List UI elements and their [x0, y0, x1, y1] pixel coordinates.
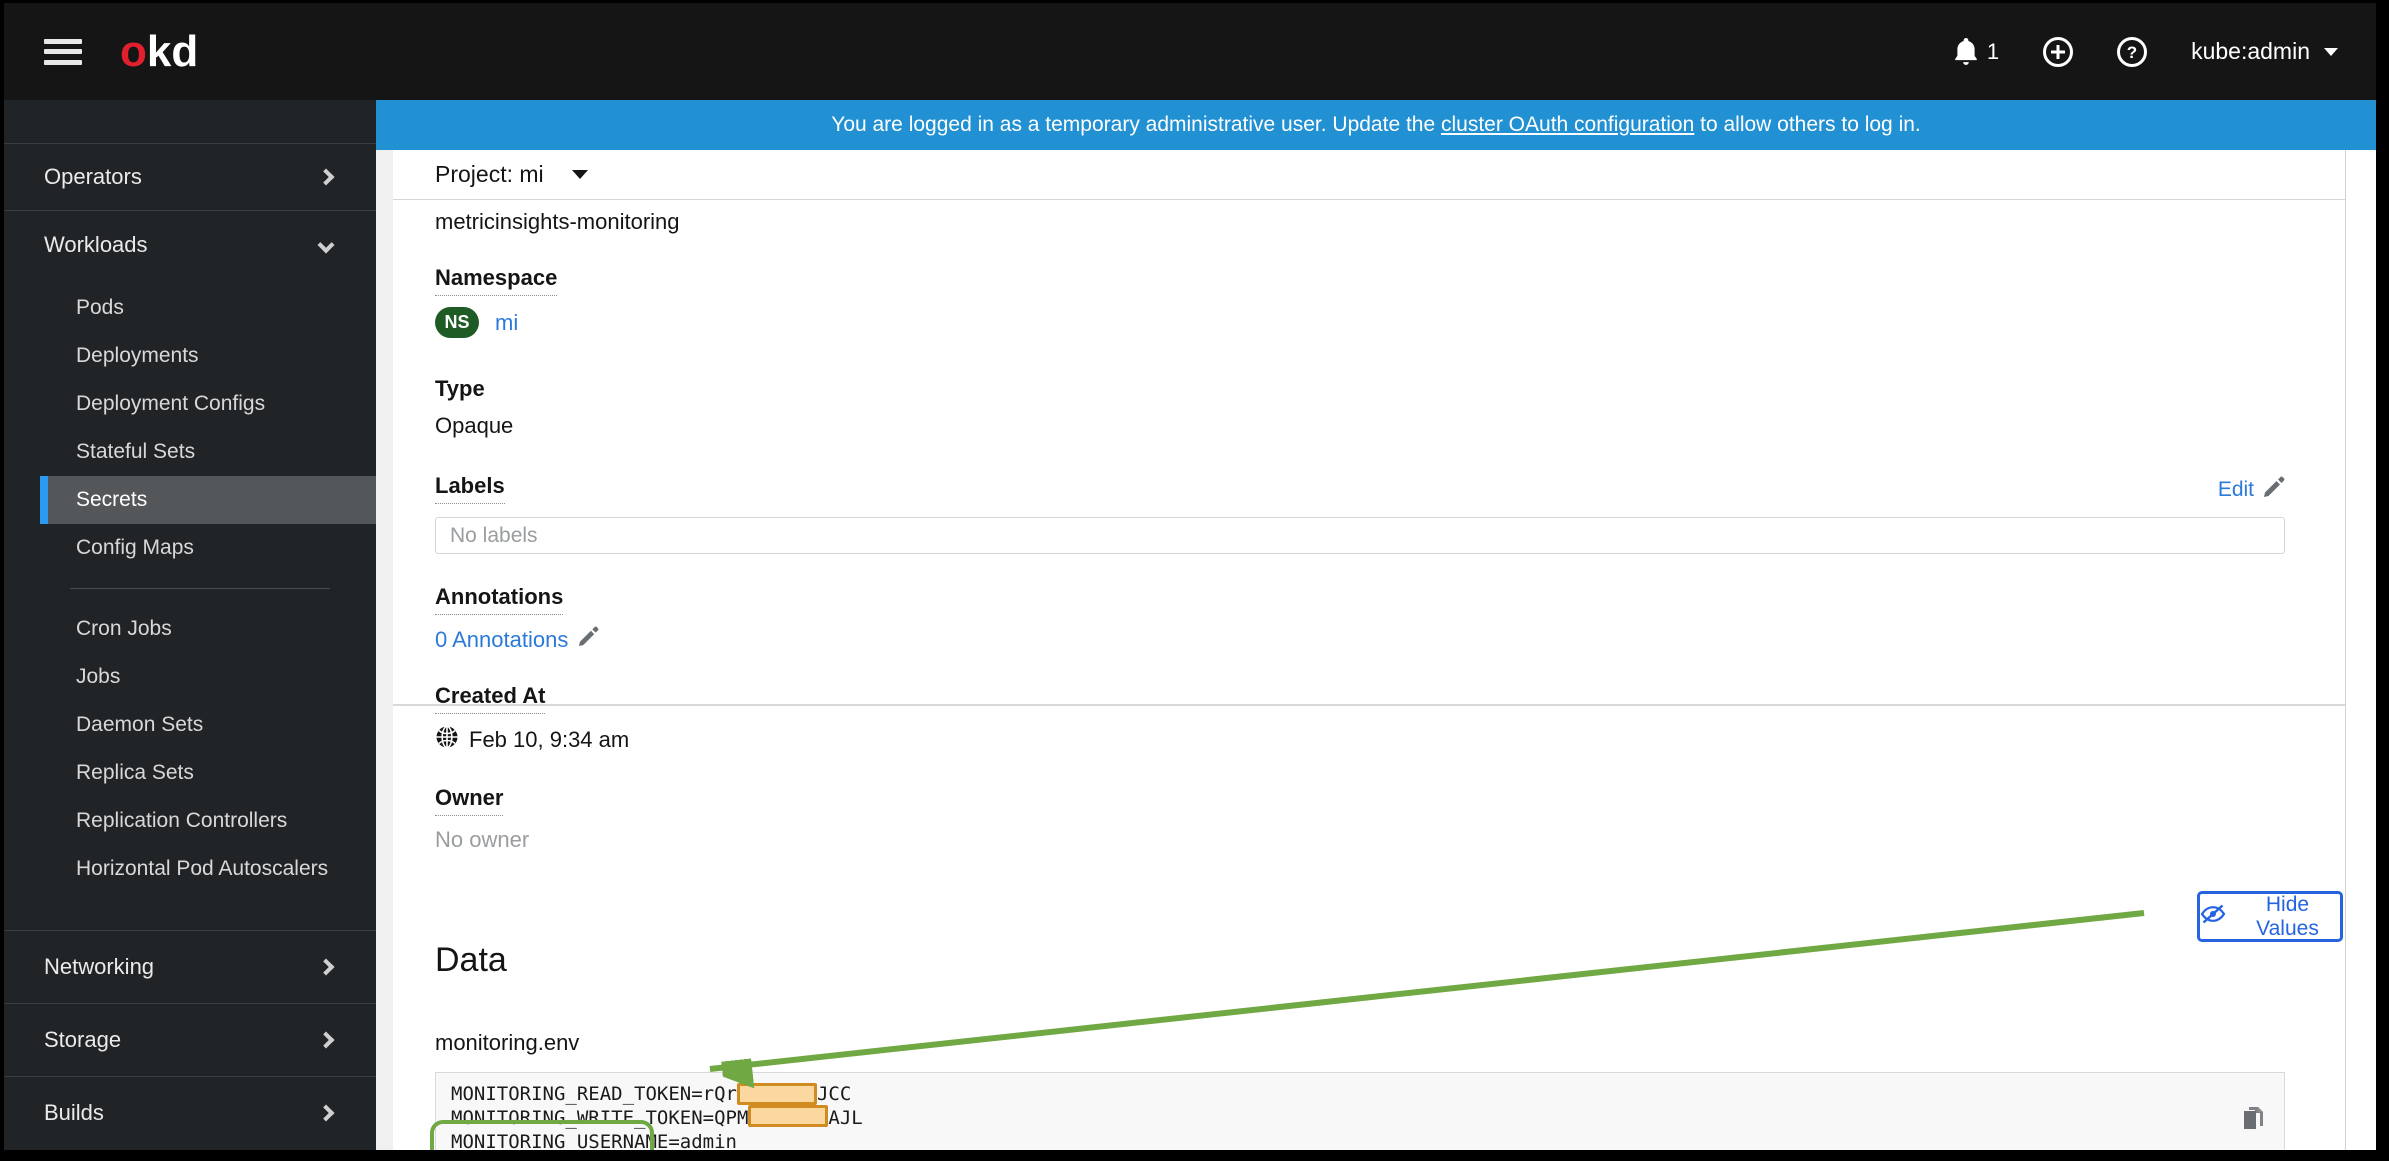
type-label: Type [435, 376, 485, 401]
env-file-name: monitoring.env [435, 1030, 580, 1055]
sidebar-item-jobs[interactable]: Jobs [4, 653, 376, 701]
labels-label: Labels [435, 473, 505, 504]
hamburger-icon[interactable] [44, 38, 82, 65]
sidebar-item-replica-sets[interactable]: Replica Sets [4, 749, 376, 797]
secret-name: metricinsights-monitoring [435, 209, 680, 234]
created-at-label: Created At [435, 683, 2285, 714]
pencil-icon [2263, 476, 2285, 504]
copy-icon[interactable] [2126, 1081, 2268, 1150]
sidebar-item-networking[interactable]: Networking [4, 930, 376, 1003]
help-button[interactable]: ? [2117, 36, 2148, 67]
namespace-label: Namespace [435, 265, 2285, 296]
eye-slash-icon [2200, 903, 2226, 931]
okd-console-window: okd 1 ? kube:admin Operators Workloads P… [4, 3, 2376, 1150]
section-divider [393, 704, 2345, 706]
sidebar: Operators Workloads Pods Deployments Dep… [4, 100, 376, 1150]
project-dropdown[interactable]: Project: mi [393, 150, 2345, 200]
sidebar-item-horizontal-pod-autoscalers[interactable]: Horizontal Pod Autoscalers [4, 845, 376, 893]
chevron-right-icon [317, 958, 335, 976]
sidebar-item-workloads[interactable]: Workloads [4, 211, 376, 278]
pencil-icon[interactable] [578, 626, 599, 653]
sidebar-item-config-maps[interactable]: Config Maps [4, 524, 376, 572]
secret-data-block: MONITORING_READ_TOKEN=rQr JCC MONITORING_… [430, 1072, 2285, 1150]
masthead: okd 1 ? kube:admin [4, 3, 2376, 100]
sidebar-item-storage[interactable]: Storage [4, 1003, 376, 1076]
svg-text:?: ? [2127, 43, 2137, 62]
okd-logo: okd [120, 26, 199, 76]
caret-down-icon [571, 170, 588, 179]
redaction-box [748, 1105, 829, 1127]
redaction-box [736, 1083, 817, 1105]
main-content: Project: mi metricinsights-monitoring Na… [393, 150, 2345, 1150]
add-button[interactable] [2043, 36, 2074, 67]
edit-labels-link[interactable]: Edit [2218, 476, 2285, 504]
sidebar-item-deployment-configs[interactable]: Deployment Configs [4, 380, 376, 428]
owner-label: Owner [435, 785, 2285, 816]
notification-count: 1 [1986, 38, 2000, 64]
sidebar-item-cron-jobs[interactable]: Cron Jobs [4, 605, 376, 653]
namespace-badge: NS [435, 307, 479, 338]
annotations-label: Annotations [435, 584, 2285, 615]
sidebar-item-secrets[interactable]: Secrets [40, 476, 376, 524]
sidebar-item-operators[interactable]: Operators [4, 144, 376, 211]
temp-admin-banner: You are logged in as a temporary adminis… [376, 100, 2376, 150]
cluster-oauth-configuration-link[interactable]: cluster OAuth configuration [1441, 113, 1694, 137]
type-value: Opaque [435, 413, 514, 438]
sidebar-item-builds[interactable]: Builds [4, 1076, 376, 1149]
sidebar-top-spacer [4, 100, 376, 144]
sidebar-item-replication-controllers[interactable]: Replication Controllers [4, 797, 376, 845]
sidebar-item-pods[interactable]: Pods [4, 284, 376, 332]
created-at-value: Feb 10, 9:34 am [469, 727, 630, 752]
chevron-right-icon [317, 168, 335, 186]
annotations-link[interactable]: 0 Annotations [435, 627, 568, 653]
bell-icon [1953, 37, 1979, 66]
hide-values-button[interactable]: Hide Values [2197, 891, 2343, 942]
sidebar-item-deployments[interactable]: Deployments [4, 332, 376, 380]
page-gutter [376, 150, 393, 1150]
vertical-scrollbar[interactable] [2345, 150, 2376, 1150]
chevron-down-icon [317, 236, 335, 253]
caret-down-icon [2324, 47, 2338, 56]
user-menu[interactable]: kube:admin [2191, 38, 2338, 65]
subnav-divider [70, 588, 330, 589]
help-circle-icon: ? [2117, 36, 2148, 67]
labels-empty-box: No labels [435, 517, 2285, 554]
sidebar-item-daemon-sets[interactable]: Daemon Sets [4, 701, 376, 749]
sidebar-item-stateful-sets[interactable]: Stateful Sets [4, 428, 376, 476]
plus-circle-icon [2043, 36, 2074, 67]
owner-value: No owner [435, 827, 530, 852]
username: kube:admin [2191, 38, 2310, 64]
chevron-right-icon [317, 1104, 335, 1122]
chevron-right-icon [317, 1031, 335, 1049]
namespace-link[interactable]: mi [495, 310, 518, 336]
workloads-subnav: Pods Deployments Deployment Configs Stat… [4, 278, 376, 930]
notifications-button[interactable]: 1 [1953, 37, 2000, 66]
globe-icon [435, 725, 459, 755]
data-section-heading: Data [435, 941, 507, 979]
